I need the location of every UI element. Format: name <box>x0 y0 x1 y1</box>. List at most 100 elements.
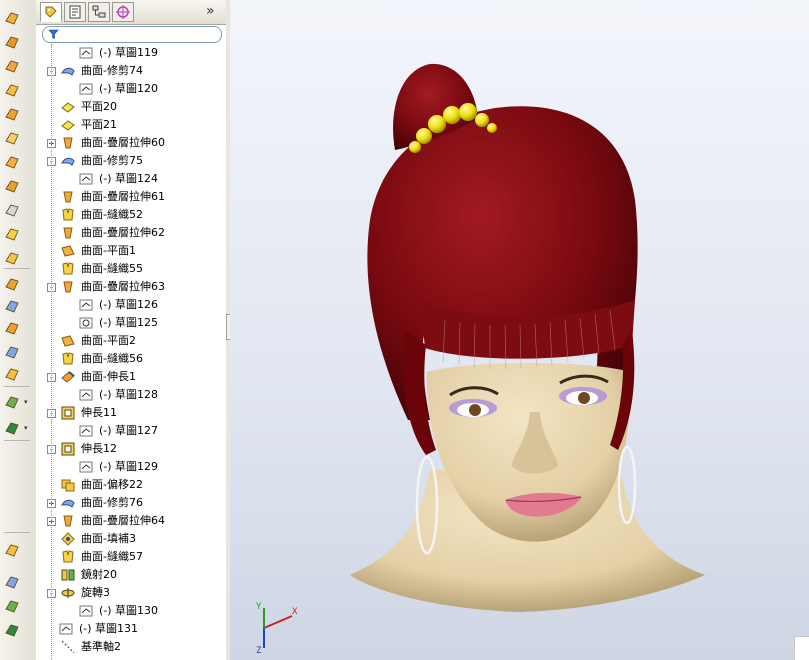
plane-icon <box>60 99 76 115</box>
tree-item-label: 曲面-修剪75 <box>81 154 143 167</box>
tree-item-label: 伸長11 <box>81 406 117 419</box>
tree-item[interactable]: - 曲面-疊層拉伸63 <box>36 278 210 296</box>
replace-face-icon[interactable] <box>4 542 20 558</box>
split-line-icon[interactable] <box>4 598 20 614</box>
sketch-icon <box>78 459 94 475</box>
sketch-icon <box>78 423 94 439</box>
tree-item[interactable]: 曲面-疊層拉伸61 <box>36 188 210 206</box>
graphics-viewport[interactable]: X Y Z <box>230 0 809 660</box>
tree-item[interactable]: 曲面-平面2 <box>36 332 210 350</box>
radiate-surface-icon[interactable] <box>4 154 20 170</box>
knit-surface-icon[interactable] <box>4 250 20 266</box>
revolved-surface-icon[interactable] <box>4 34 20 50</box>
tree-item[interactable]: 基準軸2 <box>36 638 210 656</box>
thicken-icon[interactable] <box>4 366 20 382</box>
toolbar-separator <box>4 440 30 441</box>
tree-item-label: (-) 草圖126 <box>99 298 159 311</box>
sketch-3d-icon <box>78 315 94 331</box>
feature-tree: (-) 草圖119 - 曲面-修剪74 (-) 草圖120 平面20 平面21 + 曲面-疊層… <box>36 44 210 660</box>
tree-item[interactable]: (-) 草圖128 <box>36 386 210 404</box>
tree-item[interactable]: - 伸長11 <box>36 404 210 422</box>
tree-item[interactable]: - 伸長12 <box>36 440 210 458</box>
dimxpert-tab[interactable] <box>112 2 134 22</box>
tree-item[interactable]: (-) 草圖124 <box>36 170 210 188</box>
tree-item[interactable]: 曲面-疊層拉伸62 <box>36 224 210 242</box>
dropdown-arrow-icon[interactable]: ▾ <box>24 424 28 432</box>
tree-item[interactable]: (-) 草圖130 <box>36 602 210 620</box>
tree-item-label: (-) 草圖125 <box>99 316 159 329</box>
tree-item-label: 曲面-伸長1 <box>81 370 136 383</box>
tree-item[interactable]: 曲面-平面1 <box>36 242 210 260</box>
tree-item[interactable]: - 曲面-修剪74 <box>36 62 210 80</box>
surface-knit-icon <box>60 261 76 277</box>
feature-manager-panel: » (-) 草圖119 - 曲面-修剪74 (-) 草圖120 平面20 平面21 + 曲面-… <box>36 0 263 660</box>
planar-surface-icon[interactable] <box>4 106 20 122</box>
dropdown-arrow-icon[interactable]: ▾ <box>24 398 28 406</box>
more-tabs-button[interactable]: » <box>206 3 215 19</box>
surface-knit-icon <box>60 351 76 367</box>
tree-item-label: (-) 草圖120 <box>99 82 159 95</box>
mid-surface-icon[interactable] <box>4 394 20 410</box>
tree-item[interactable]: (-) 草圖120 <box>36 80 210 98</box>
swept-surface-icon[interactable] <box>4 58 20 74</box>
tree-item-label: 曲面-修剪74 <box>81 64 143 77</box>
tree-item[interactable]: (-) 草圖125 <box>36 314 210 332</box>
tree-item[interactable]: - 旋轉3 <box>36 584 210 602</box>
lofted-surface-icon[interactable] <box>4 82 20 98</box>
tree-item-label: 旋轉3 <box>81 586 110 599</box>
tree-item[interactable]: + 曲面-疊層拉伸60 <box>36 134 210 152</box>
tree-item[interactable]: - 曲面-修剪75 <box>36 152 210 170</box>
tree-item[interactable]: 曲面-填補3 <box>36 530 210 548</box>
tree-item-label: (-) 草圖128 <box>99 388 159 401</box>
untrim-surface-icon[interactable] <box>4 298 20 314</box>
tree-item-label: 曲面-疊層拉伸61 <box>81 190 165 203</box>
tree-item-label: (-) 草圖129 <box>99 460 159 473</box>
toolbar-separator <box>4 268 30 269</box>
tree-item-label: 曲面-縫織55 <box>81 262 143 275</box>
extrude-icon <box>60 441 76 457</box>
tree-item[interactable]: (-) 草圖127 <box>36 422 210 440</box>
tree-item[interactable]: (-) 草圖126 <box>36 296 210 314</box>
sketch-icon <box>78 171 94 187</box>
surface-loft-icon <box>60 135 76 151</box>
tree-item[interactable]: 平面20 <box>36 98 210 116</box>
ruled-surface-icon[interactable] <box>4 178 20 194</box>
tree-item[interactable]: + 曲面-修剪76 <box>36 494 210 512</box>
surface-fill-icon <box>60 531 76 547</box>
tree-filter-input[interactable] <box>42 26 222 43</box>
triad-y-label: Y <box>256 602 262 612</box>
tree-item[interactable]: (-) 草圖131 <box>36 620 210 638</box>
extruded-surface-icon[interactable] <box>4 10 20 26</box>
property-manager-tab[interactable] <box>64 2 86 22</box>
delete-face-icon[interactable] <box>4 202 20 218</box>
configuration-manager-tab[interactable] <box>88 2 110 22</box>
tree-item-label: (-) 草圖124 <box>99 172 159 185</box>
cut-with-surface-icon[interactable] <box>4 574 20 590</box>
view-corner-button[interactable] <box>794 636 809 660</box>
trim-surface-icon[interactable] <box>4 276 20 292</box>
tree-item[interactable]: 曲面-偏移22 <box>36 476 210 494</box>
tree-item[interactable]: 曲面-縫織57 <box>36 548 210 566</box>
tree-item[interactable]: (-) 草圖119 <box>36 44 210 62</box>
surface-flatten-icon[interactable] <box>4 344 20 360</box>
tree-item[interactable]: 鏡射20 <box>36 566 210 584</box>
feature-manager-tab[interactable] <box>40 2 62 22</box>
tree-item[interactable]: (-) 草圖129 <box>36 458 210 476</box>
tree-item[interactable]: - 曲面-伸長1 <box>36 368 210 386</box>
surface-loft-icon <box>60 189 76 205</box>
fill-surface-icon[interactable] <box>4 226 20 242</box>
offset-surface-icon[interactable] <box>4 130 20 146</box>
curves-icon[interactable] <box>4 420 20 436</box>
tree-item[interactable]: + 曲面-疊層拉伸64 <box>36 512 210 530</box>
tree-item-label: 平面20 <box>81 100 117 113</box>
tree-item[interactable]: 平面21 <box>36 116 210 134</box>
tree-item-label: 曲面-縫織52 <box>81 208 143 221</box>
tree-item[interactable]: 曲面-縫織52 <box>36 206 210 224</box>
tree-item[interactable]: 曲面-縫織56 <box>36 350 210 368</box>
tree-item-label: 基準軸2 <box>81 640 121 653</box>
extend-surface-icon[interactable] <box>4 320 20 336</box>
surfaces-command-toolbar: ▾ ▾ <box>0 0 37 660</box>
tree-item[interactable]: 曲面-縫織55 <box>36 260 210 278</box>
helix-icon[interactable] <box>4 622 20 638</box>
funnel-icon <box>48 29 59 39</box>
